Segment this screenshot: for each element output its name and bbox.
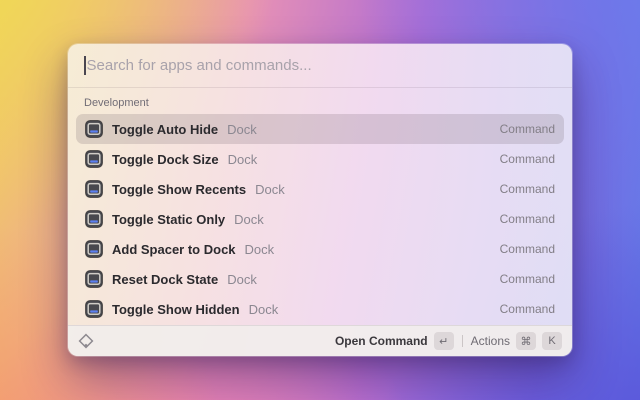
row-title: Toggle Dock Size [112,152,219,167]
row-accessory: Command [500,122,555,136]
actions-label: Actions [471,334,510,348]
return-key-icon: ↵ [434,332,454,350]
row-title: Toggle Show Recents [112,182,246,197]
dock-command-icon [85,240,103,258]
row-accessory: Command [500,272,555,286]
dock-command-icon [85,300,103,318]
open-command-label: Open Command [335,334,428,348]
row-subtitle: Dock [255,182,285,197]
raycast-logo-icon [78,333,94,349]
list-item[interactable]: Toggle Static Only Dock Command [76,204,564,234]
row-accessory: Command [500,152,555,166]
list-item[interactable]: Add Spacer to Dock Dock Command [76,234,564,264]
row-subtitle: Dock [227,122,257,137]
row-subtitle: Dock [249,302,279,317]
footer-divider [462,335,463,347]
open-command-action[interactable]: Open Command ↵ [335,332,454,350]
actions-menu-button[interactable]: Actions ⌘ K [471,332,562,350]
list-item[interactable]: Toggle Auto Hide Dock Command [76,114,564,144]
section-header: Development [76,88,564,114]
row-title: Add Spacer to Dock [112,242,236,257]
text-caret [84,56,86,75]
row-accessory: Command [500,302,555,316]
dock-command-icon [85,120,103,138]
search-input[interactable] [87,57,557,74]
rows-container: Toggle Auto Hide Dock Command Toggle Dock … [76,114,564,324]
row-title: Toggle Auto Hide [112,122,218,137]
command-key-icon: ⌘ [516,332,536,350]
row-subtitle: Dock [227,272,257,287]
row-accessory: Command [500,182,555,196]
row-subtitle: Dock [228,152,258,167]
list-item[interactable]: Reset Dock State Dock Command [76,264,564,294]
desktop: { "search": { "placeholder": "Search for… [0,0,640,400]
row-title: Reset Dock State [112,272,218,287]
row-title: Toggle Show Hidden [112,302,240,317]
row-title: Toggle Static Only [112,212,225,227]
list-item[interactable]: Toggle Dock Size Dock Command [76,144,564,174]
list-item[interactable]: Toggle Show Recents Dock Command [76,174,564,204]
dock-command-icon [85,180,103,198]
k-key-icon: K [542,332,562,350]
footer-bar: Open Command ↵ Actions ⌘ K [68,325,572,356]
dock-command-icon [85,270,103,288]
row-accessory: Command [500,212,555,226]
dock-command-icon [85,210,103,228]
list-item[interactable]: Toggle Show Hidden Dock Command [76,294,564,324]
row-subtitle: Dock [234,212,264,227]
command-palette-window: Development Toggle Auto Hide Dock Command … [68,44,572,356]
search-bar[interactable] [68,44,572,88]
row-subtitle: Dock [245,242,275,257]
row-accessory: Command [500,242,555,256]
dock-command-icon [85,150,103,168]
results-list: Development Toggle Auto Hide Dock Command … [68,88,572,325]
